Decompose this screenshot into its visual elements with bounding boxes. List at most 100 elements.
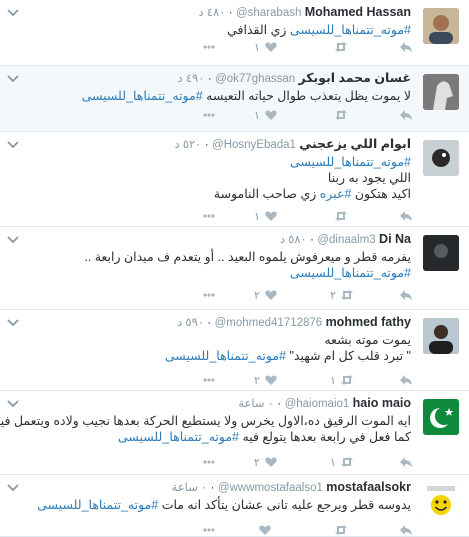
tweet-timestamp[interactable]: ٥٨٠ د <box>280 234 307 246</box>
tweet-header: mostafaalsokr @wwwmostafaalso1 · ٠ ساعة <box>171 480 411 494</box>
retweet-button[interactable] <box>330 40 348 54</box>
hashtag-link[interactable]: #موته_تتمناها_للسيسى <box>290 266 411 280</box>
like-count: ٢ <box>254 456 260 469</box>
retweet-button[interactable] <box>330 523 348 537</box>
hashtag-link[interactable]: #عبره <box>320 187 352 201</box>
author-name[interactable]: Di Na <box>379 232 411 246</box>
hashtag-link[interactable]: #موته_تتمناها_للسيسى <box>290 155 411 169</box>
like-count: ١ <box>254 109 260 122</box>
retweet-button[interactable]: ١ <box>330 455 354 469</box>
retweet-button[interactable] <box>330 108 348 122</box>
tweet-text-segment: يفرمه قطر و ميعرفوش يلموه البعيد .. أو ي… <box>84 250 411 264</box>
reply-button[interactable] <box>399 108 413 122</box>
author-handle[interactable]: @wwwmostafaalso1 <box>218 482 323 494</box>
avatar[interactable] <box>423 8 459 44</box>
hashtag-link[interactable]: #موته_تتمناها_للسيسى <box>37 498 158 512</box>
tweet-text-segment: " تبرد قلب كل ام شهيد" <box>285 349 411 363</box>
retweet-button[interactable]: ٢ <box>330 288 354 302</box>
retweet-icon <box>340 288 354 302</box>
tweet-text: يدوسه قطر ويرجع عليه تانى عشان يتأكد انه… <box>8 497 411 513</box>
like-button[interactable]: ١ <box>254 209 278 223</box>
chevron-down-icon[interactable] <box>7 397 20 409</box>
tweet-timestamp[interactable]: ٥٢٠ د <box>175 139 202 151</box>
retweet-count: ٢ <box>330 289 336 302</box>
tweet-item[interactable]: غسان محمد ابوبكر @ok77ghassan · ٤٩٠ د لا … <box>0 66 469 132</box>
reply-button[interactable] <box>399 455 413 469</box>
chevron-down-icon[interactable] <box>7 6 20 18</box>
author-name[interactable]: ابوام اللي يزعجني <box>299 137 411 151</box>
avatar[interactable] <box>423 140 459 176</box>
author-handle[interactable]: @mohmed41712876 <box>215 317 323 329</box>
more-button[interactable] <box>202 209 216 223</box>
like-button[interactable]: ٢ <box>254 288 278 302</box>
tweet-actions <box>0 523 469 537</box>
more-button[interactable] <box>202 288 216 302</box>
like-button[interactable]: ٢ <box>254 373 278 387</box>
tweet-timestamp[interactable]: ٠ ساعة <box>238 398 274 410</box>
more-button[interactable] <box>202 523 216 537</box>
author-handle[interactable]: @ok77ghassan <box>215 73 295 85</box>
reply-button[interactable] <box>399 209 413 223</box>
tweet-item[interactable]: ابوام اللي يزعجني @HosnyEbada1 · ٥٢٠ د #م… <box>0 132 469 227</box>
avatar[interactable] <box>423 235 459 271</box>
like-button[interactable]: ١ <box>254 40 278 54</box>
tweet-timestamp[interactable]: ٤٩٠ د <box>178 73 205 85</box>
tweet-actions: ١ <box>0 108 469 122</box>
tweet-item[interactable]: haio maio @haiomaio1 · ٠ ساعة ايه الموت ا… <box>0 391 469 475</box>
tweet-timestamp[interactable]: ٤٨٠ د <box>198 7 225 19</box>
tweet-item[interactable]: Di Na @dinaalm3 · ٥٨٠ د يفرمه قطر و ميعرف… <box>0 227 469 310</box>
chevron-down-icon[interactable] <box>7 316 20 328</box>
more-button[interactable] <box>202 40 216 54</box>
reply-icon <box>399 455 413 469</box>
tweet-item[interactable]: mohmed fathy @mohmed41712876 · ٥٩٠ د يموت… <box>0 310 469 391</box>
avatar[interactable] <box>423 74 459 110</box>
hashtag-link[interactable]: #موته_تتمناها_للسيسى <box>290 23 411 37</box>
hashtag-link[interactable]: #موته_تتمناها_للسيسى <box>82 89 203 103</box>
tweet-header: غسان محمد ابوبكر @ok77ghassan · ٤٩٠ د <box>177 71 411 85</box>
more-button[interactable] <box>202 108 216 122</box>
author-handle[interactable]: @HosnyEbada1 <box>212 139 296 151</box>
reply-button[interactable] <box>399 288 413 302</box>
tweet-item[interactable]: mostafaalsokr @wwwmostafaalso1 · ٠ ساعة ي… <box>0 475 469 537</box>
more-dots-icon <box>202 373 216 387</box>
avatar[interactable] <box>423 318 459 354</box>
tweet-text-segment: زي صاحب الناموسة <box>213 187 320 201</box>
reply-icon <box>399 108 413 122</box>
author-name[interactable]: mohmed fathy <box>326 315 411 329</box>
author-handle[interactable]: @haiomaio1 <box>285 398 350 410</box>
hashtag-link[interactable]: #موته_تتمناها_للسيسى <box>118 430 239 444</box>
author-name[interactable]: غسان محمد ابوبكر <box>299 71 411 85</box>
tweet-item[interactable]: Mohamed Hassan @sharabash · ٤٨٠ د #موته_ت… <box>0 0 469 66</box>
tweet-text: يموت موته بشعه " تبرد قلب كل ام شهيد" #مو… <box>8 332 411 364</box>
more-button[interactable] <box>202 373 216 387</box>
retweet-button[interactable]: ١ <box>330 373 354 387</box>
author-name[interactable]: mostafaalsokr <box>326 480 411 494</box>
tweet-text-segment: زي القذافي <box>227 23 290 37</box>
chevron-down-icon[interactable] <box>7 138 20 150</box>
like-button[interactable]: ١ <box>254 108 278 122</box>
tweet-text-line: لا يموت يظل يتعذب طوال حياته التعيسه #مو… <box>8 88 411 104</box>
chevron-down-icon[interactable] <box>7 72 20 84</box>
chevron-down-icon[interactable] <box>7 481 20 493</box>
tweet-timestamp[interactable]: ٥٩٠ د <box>177 317 204 329</box>
hashtag-link[interactable]: #موته_تتمناها_للسيسى <box>165 349 286 363</box>
more-button[interactable] <box>202 455 216 469</box>
retweet-button[interactable] <box>330 209 348 223</box>
reply-button[interactable] <box>399 40 413 54</box>
reply-button[interactable] <box>399 373 413 387</box>
tweet-content: mohmed fathy @mohmed41712876 · ٥٩٠ د يموت… <box>8 314 411 364</box>
author-handle[interactable]: @dinaalm3 <box>317 234 375 246</box>
retweet-icon <box>334 209 348 223</box>
author-handle[interactable]: @sharabash <box>236 7 301 19</box>
reply-button[interactable] <box>399 523 413 537</box>
like-button[interactable] <box>254 523 272 537</box>
tweet-text-segment: ايه الموت الرقيق ده،الاول يخرس ولا يستطي… <box>0 414 411 428</box>
avatar[interactable] <box>423 399 459 435</box>
more-dots-icon <box>202 108 216 122</box>
chevron-down-icon[interactable] <box>7 233 20 245</box>
tweet-timestamp[interactable]: ٠ ساعة <box>172 482 208 494</box>
avatar[interactable] <box>423 483 459 519</box>
author-name[interactable]: haio maio <box>353 396 411 410</box>
author-name[interactable]: Mohamed Hassan <box>305 5 411 19</box>
like-button[interactable]: ٢ <box>254 455 278 469</box>
